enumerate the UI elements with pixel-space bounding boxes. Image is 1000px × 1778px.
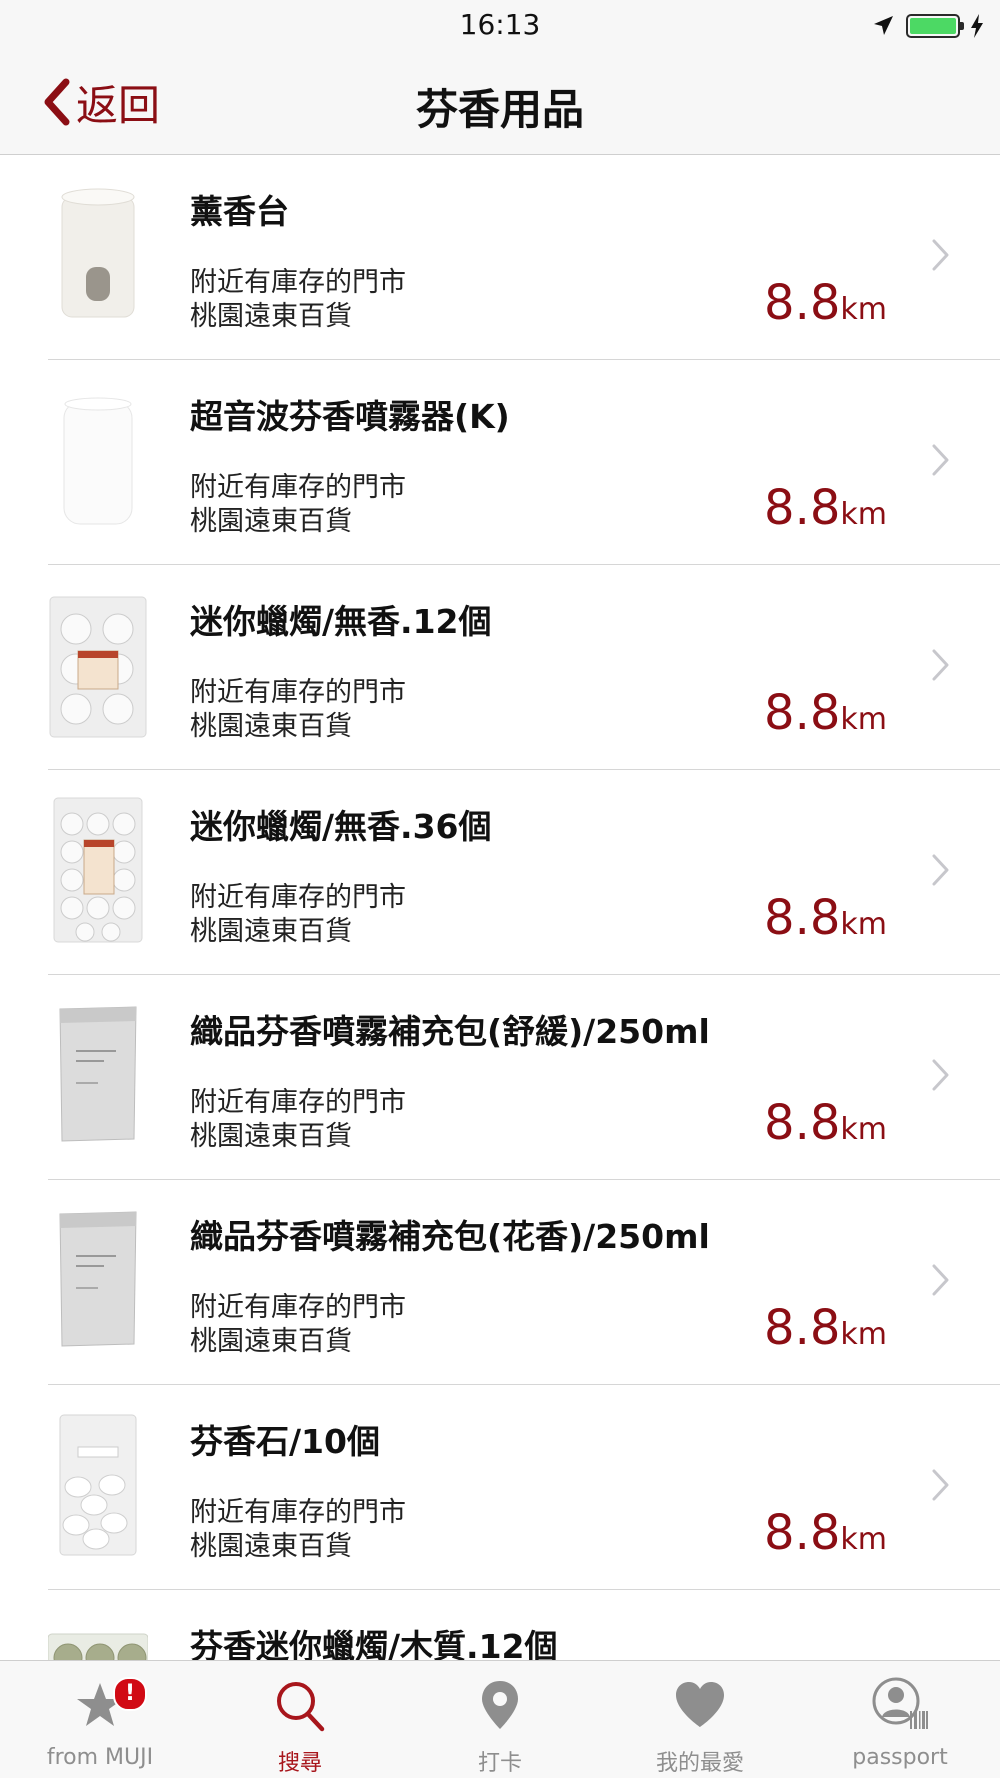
notification-badge: ! — [113, 1677, 147, 1711]
tab-favorites[interactable]: 我的最愛 — [600, 1661, 800, 1778]
list-item[interactable]: 迷你蠟燭/無香.12個 附近有庫存的門市 桃園遠東百貨 8.8km — [0, 565, 1000, 770]
product-name: 織品芬香噴霧補充包(花香)/250ml — [190, 1217, 710, 1256]
page-title: 芬香用品 — [415, 85, 584, 134]
distance-unit: km — [840, 1112, 887, 1147]
distance-unit: km — [840, 292, 887, 327]
distance-value: 8.8 — [764, 1505, 841, 1561]
chevron-right-icon — [932, 1264, 949, 1296]
product-thumbnail — [61, 188, 135, 318]
distance: 8.8km — [764, 1505, 887, 1561]
search-icon — [277, 1682, 325, 1732]
distance-unit: km — [840, 907, 887, 942]
distance: 8.8km — [764, 890, 887, 946]
battery-fill — [910, 18, 956, 34]
tab-bar: ! from MUJI 搜尋 打卡 我的最愛 passport — [0, 1660, 1000, 1778]
distance-value: 8.8 — [764, 890, 841, 946]
tab-check-in[interactable]: 打卡 — [400, 1661, 600, 1778]
product-name: 織品芬香噴霧補充包(舒緩)/250ml — [190, 1012, 710, 1051]
distance-value: 8.8 — [764, 685, 841, 741]
chevron-right-icon — [932, 444, 949, 476]
screen: 16:13 返回 芬香用品 薰香台 附近有庫存的門市 桃園遠東百貨 8.8km … — [0, 0, 1000, 1778]
distance: 8.8km — [764, 685, 887, 741]
chevron-right-icon — [932, 1059, 949, 1091]
distance-unit: km — [840, 1317, 887, 1352]
store-name: 桃園遠東百貨 — [190, 1121, 352, 1152]
distance-unit: km — [840, 1522, 887, 1557]
status-indicators — [870, 12, 984, 40]
tab-label: passport — [852, 1745, 948, 1770]
map-pin-icon — [482, 1681, 518, 1729]
product-name: 迷你蠟燭/無香.36個 — [190, 807, 492, 846]
product-name: 薰香台 — [190, 192, 289, 231]
distance-value: 8.8 — [764, 1095, 841, 1151]
store-name: 桃園遠東百貨 — [190, 711, 352, 742]
distance-value: 8.8 — [764, 480, 841, 536]
product-thumbnail — [59, 1211, 137, 1347]
navigation-bar: 返回 芬香用品 — [0, 52, 1000, 155]
distance-value: 8.8 — [764, 1300, 841, 1356]
store-name: 桃園遠東百貨 — [190, 1531, 352, 1562]
product-name: 迷你蠟燭/無香.12個 — [190, 602, 492, 641]
chevron-right-icon — [932, 649, 949, 681]
list-item[interactable]: 超音波芬香噴霧器(K) 附近有庫存的門市 桃園遠東百貨 8.8km — [0, 360, 1000, 565]
distance: 8.8km — [764, 275, 887, 331]
status-bar: 16:13 — [0, 0, 1000, 52]
tab-label: 我的最愛 — [655, 1751, 744, 1776]
tab-label: 搜尋 — [277, 1751, 322, 1776]
distance-unit: km — [840, 497, 887, 532]
store-name: 桃園遠東百貨 — [190, 506, 352, 537]
passport-icon — [872, 1677, 928, 1729]
list-item[interactable]: 薰香台 附近有庫存的門市 桃園遠東百貨 8.8km — [0, 155, 1000, 360]
distance: 8.8km — [764, 480, 887, 536]
tab-label: from MUJI — [46, 1745, 154, 1770]
tab-from-muji[interactable]: ! from MUJI — [0, 1661, 200, 1778]
battery-nub — [960, 22, 964, 30]
heart-icon — [676, 1682, 724, 1727]
distance-value: 8.8 — [764, 275, 841, 331]
distance: 8.8km — [764, 1300, 887, 1356]
tab-passport[interactable]: passport — [800, 1661, 1000, 1778]
status-time: 16:13 — [459, 8, 541, 41]
chevron-right-icon — [932, 239, 949, 271]
product-list: 薰香台 附近有庫存的門市 桃園遠東百貨 8.8km 超音波芬香噴霧器(K) 附近… — [0, 155, 1000, 1778]
chevron-right-icon — [932, 854, 949, 886]
chevron-right-icon — [932, 1469, 949, 1501]
product-thumbnail — [59, 1006, 137, 1142]
list-item[interactable]: 迷你蠟燭/無香.36個 附近有庫存的門市 桃園遠東百貨 8.8km — [0, 770, 1000, 975]
product-thumbnail — [53, 797, 143, 943]
tab-search[interactable]: 搜尋 — [200, 1661, 400, 1778]
location-arrow-icon — [874, 16, 893, 35]
product-thumbnail — [49, 596, 147, 738]
list-item[interactable]: 織品芬香噴霧補充包(舒緩)/250ml 附近有庫存的門市 桃園遠東百貨 8.8k… — [0, 975, 1000, 1180]
distance-unit: km — [840, 702, 887, 737]
distance: 8.8km — [764, 1095, 887, 1151]
store-name: 桃園遠東百貨 — [190, 1326, 352, 1357]
list-item[interactable]: 芬香石/10個 附近有庫存的門市 桃園遠東百貨 8.8km — [0, 1385, 1000, 1590]
product-name: 超音波芬香噴霧器(K) — [190, 397, 510, 436]
store-name: 桃園遠東百貨 — [190, 301, 352, 332]
store-name: 桃園遠東百貨 — [190, 916, 352, 947]
product-name: 芬香石/10個 — [190, 1422, 380, 1461]
tab-label: 打卡 — [477, 1751, 522, 1776]
product-thumbnail — [59, 1414, 137, 1556]
battery-icon — [906, 14, 964, 38]
list-item[interactable]: 織品芬香噴霧補充包(花香)/250ml 附近有庫存的門市 桃園遠東百貨 8.8k… — [0, 1180, 1000, 1385]
product-thumbnail — [63, 397, 133, 525]
charging-bolt-icon — [971, 14, 983, 38]
